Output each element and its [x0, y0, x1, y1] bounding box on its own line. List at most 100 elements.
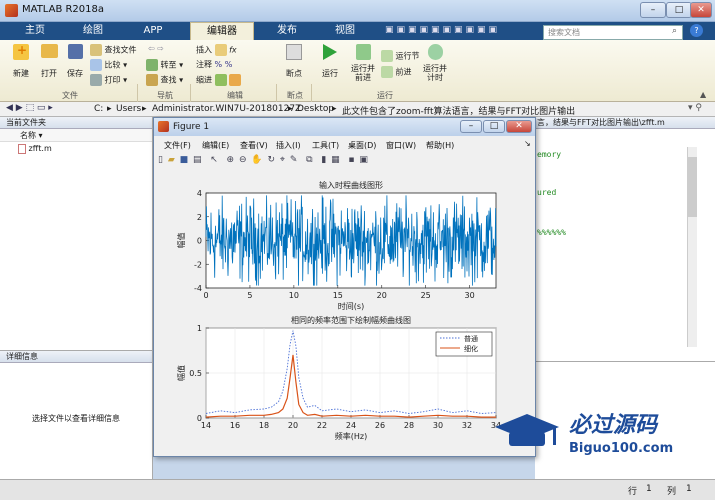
x-tick-label: 18	[259, 421, 269, 430]
x-axis-label-1: 频率(Hz)	[335, 431, 367, 441]
rotate-icon[interactable]: ↻	[267, 155, 276, 165]
zoom-out-icon[interactable]: ⊖	[239, 155, 248, 165]
find-files-button[interactable]: 查找文件	[90, 44, 137, 56]
open-folder-icon	[40, 44, 58, 58]
editor-scrollbar[interactable]	[687, 147, 697, 347]
open-icon[interactable]: ▰	[168, 155, 176, 165]
minimize-button[interactable]: –	[640, 2, 666, 18]
new-button[interactable]: + 新建	[8, 43, 34, 79]
menu-insert[interactable]: 插入(I)	[276, 140, 301, 151]
percent-icon: %	[224, 60, 233, 69]
figure-close-button[interactable]: ✕	[506, 120, 532, 133]
data-cursor-icon[interactable]: ⌖	[280, 155, 286, 165]
maximize-button[interactable]: □	[666, 2, 692, 18]
figure-toolbar: ▯ ▰ ■ ▤ ↖ ⊕ ⊖ ✋ ↻ ⌖ ✎ ⧉ ▮ ▦ ▪ ▣	[158, 155, 518, 171]
tab-editor[interactable]: 编辑器	[190, 22, 254, 40]
legend-label-1: 细化	[464, 344, 478, 353]
path-separator: ▸	[107, 104, 112, 114]
menu-file[interactable]: 文件(F)	[164, 140, 191, 151]
list-item[interactable]: zfft.m	[0, 142, 152, 156]
help-icon[interactable]: ?	[690, 24, 703, 37]
x-axis-label-0: 时间(s)	[338, 301, 364, 311]
run-section-button[interactable]: 运行节	[381, 50, 420, 62]
watermark-logo: 必过源码 Biguo100.com	[495, 413, 673, 456]
comment-button[interactable]: 注释 % %	[196, 59, 232, 70]
path-segment[interactable]: C:	[94, 104, 103, 114]
figure-title-bar: Figure 1 – □ ✕	[154, 118, 535, 136]
save-icon	[67, 44, 83, 59]
x-tick-label: 30	[465, 291, 475, 300]
legend-icon[interactable]: ▦	[331, 155, 341, 165]
run-time-button[interactable]: 运行并 计时	[420, 44, 450, 82]
collapse-toolstrip-icon[interactable]: ▲	[700, 90, 706, 99]
find-files-icon	[90, 44, 102, 56]
status-row-label: 行	[628, 487, 638, 497]
details-panel: 详细信息 选择文件以查看详细信息	[0, 350, 152, 479]
tab-apps[interactable]: APP	[128, 22, 178, 40]
close-button[interactable]: ✕	[690, 2, 712, 18]
editor-text[interactable]: %%%%%%	[537, 228, 566, 237]
x-tick-label: 0	[203, 291, 208, 300]
menu-window[interactable]: 窗口(W)	[386, 140, 416, 151]
tab-home[interactable]: 主页	[10, 22, 60, 40]
menu-help[interactable]: 帮助(H)	[426, 140, 454, 151]
insert-button[interactable]: 插入 fx	[196, 44, 237, 56]
advance-button[interactable]: 前进	[381, 66, 412, 78]
toolstrip: + 新建 打开 保存 查找文件 比较 ▾ 打印 ▾ 转至 ▾ 查找 ▾ ⇦ ⇨ …	[0, 40, 715, 139]
breakpoints-button[interactable]: 断点	[281, 44, 307, 79]
editor-text[interactable]: emory	[537, 150, 561, 159]
run-icon	[323, 44, 337, 60]
new-figure-icon[interactable]: ▯	[158, 155, 164, 165]
chart-title-1: 相同的频率范围下绘制幅频曲线图	[291, 315, 411, 325]
status-bar: 行 1 列 1	[0, 479, 715, 500]
indent-button[interactable]: 缩进	[196, 74, 242, 86]
zoom-in-icon[interactable]: ⊕	[223, 155, 235, 165]
link-icon[interactable]: ⧉	[302, 155, 313, 165]
file-list-header[interactable]: 名称 ▾	[0, 129, 152, 142]
nav-back-icon[interactable]: ◀ ▶ ⬚ ▭ ▸	[6, 103, 53, 113]
colorbar-icon[interactable]: ▮	[317, 155, 327, 165]
print-button[interactable]: 打印 ▾	[90, 74, 127, 86]
tab-view[interactable]: 视图	[320, 22, 370, 40]
search-input[interactable]: 搜索文档	[543, 25, 683, 40]
folder-browse-icon[interactable]: ▾ ⚲	[688, 103, 702, 113]
menu-tools[interactable]: 工具(T)	[312, 140, 339, 151]
menu-dock-icon[interactable]: ↘	[524, 139, 531, 148]
menu-edit[interactable]: 编辑(E)	[202, 140, 229, 151]
goto-button[interactable]: 转至 ▾	[146, 59, 183, 71]
editor-text[interactable]: ured	[537, 188, 556, 197]
menu-view[interactable]: 查看(V)	[240, 140, 268, 151]
run-button[interactable]: 运行	[317, 44, 343, 79]
compare-button[interactable]: 比较 ▾	[90, 59, 127, 71]
figure-maximize-button[interactable]: □	[483, 120, 505, 133]
brush-icon[interactable]: ✎	[290, 155, 299, 165]
quick-access-toolbar[interactable]: ▣▣▣▣▣▣▣▣▣▣	[385, 25, 535, 37]
hide-tools-icon[interactable]: ▪	[345, 155, 356, 165]
editor-path: 言，结果与FFT对比图片输出\zfft.m	[535, 117, 715, 129]
path-segment[interactable]: Desktop	[297, 104, 334, 114]
ribbon-tabs: 主页 绘图 APP 编辑器 发布 视图 ▣▣▣▣▣▣▣▣▣▣ 搜索文档 ⌕ ?	[0, 22, 715, 40]
x-tick-label: 30	[433, 421, 443, 430]
pointer-icon[interactable]: ↖	[206, 155, 218, 165]
open-button[interactable]: 打开	[36, 44, 62, 79]
find-button[interactable]: 查找 ▾	[146, 74, 183, 86]
save-icon[interactable]: ■	[180, 155, 190, 165]
path-segment[interactable]: Users	[116, 104, 141, 114]
save-button[interactable]: 保存	[62, 44, 88, 79]
pan-icon[interactable]: ✋	[251, 155, 263, 165]
figure-minimize-button[interactable]: –	[460, 120, 482, 133]
status-row: 1	[646, 484, 652, 494]
print-icon[interactable]: ▤	[193, 155, 203, 165]
tab-plots[interactable]: 绘图	[68, 22, 118, 40]
menu-desktop[interactable]: 桌面(D)	[348, 140, 376, 151]
y-tick-label: 1	[197, 324, 202, 333]
path-segment[interactable]: 此文件包含了zoom-fft算法语言，结果与FFT对比图片输出	[342, 104, 575, 117]
tab-publish[interactable]: 发布	[262, 22, 312, 40]
x-tick-label: 20	[288, 421, 298, 430]
search-icon[interactable]: ⌕	[672, 26, 677, 36]
current-folder-panel: 当前文件夹 名称 ▾ zfft.m 详细信息 选择文件以查看详细信息	[0, 117, 153, 479]
path-segment[interactable]: Administrator.WIN7U-20180127Z	[152, 104, 301, 114]
nav-arrows-icon[interactable]: ⇦ ⇨	[148, 44, 164, 53]
run-advance-button[interactable]: 运行并 前进	[348, 44, 378, 82]
show-tools-icon[interactable]: ▣	[359, 155, 369, 165]
